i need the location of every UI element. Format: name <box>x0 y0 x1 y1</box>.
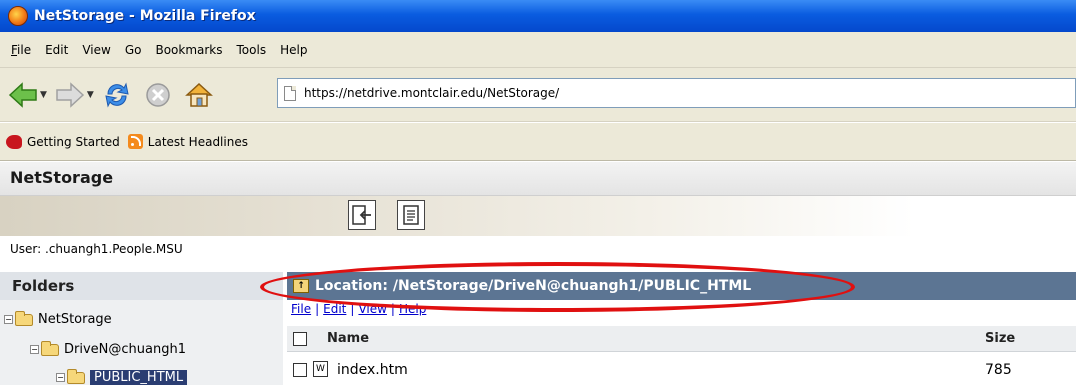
menu-link-file[interactable]: File <box>291 302 311 316</box>
forward-arrow-icon <box>56 81 85 108</box>
firefox-start-icon <box>6 134 22 149</box>
document-icon <box>403 205 419 225</box>
url-bar[interactable]: https://netdrive.montclair.edu/NetStorag… <box>277 78 1076 108</box>
tree-node-driven[interactable]: − DriveN@chuangh1 <box>30 340 186 357</box>
folder-tree: − NetStorage − DriveN@chuangh1 − PUBLIC_… <box>0 300 283 385</box>
menu-separator: | <box>350 302 355 316</box>
back-button[interactable]: ▼ <box>8 81 51 108</box>
menu-file-rest: ile <box>17 42 32 57</box>
collapse-icon[interactable]: − <box>4 315 13 324</box>
column-name[interactable]: Name <box>327 331 369 346</box>
folders-heading: Folders <box>0 272 283 300</box>
menu-edit[interactable]: Edit <box>38 43 75 57</box>
bookmark-label: Getting Started <box>27 134 120 149</box>
reload-button[interactable] <box>102 80 132 110</box>
url-text[interactable]: https://netdrive.montclair.edu/NetStorag… <box>304 86 559 100</box>
tree-node-label-selected: PUBLIC_HTML <box>90 370 188 385</box>
menu-bar: File Edit View Go Bookmarks Tools Help <box>0 32 1076 68</box>
folder-open-icon <box>67 368 85 384</box>
window-titlebar: NetStorage - Mozilla Firefox <box>0 0 1076 32</box>
file-list-header: Name Size <box>287 326 1076 352</box>
location-path: Location: /NetStorage/DriveN@chuangh1/PU… <box>315 278 752 294</box>
tree-node-label: NetStorage <box>38 312 112 327</box>
home-button[interactable] <box>184 81 214 109</box>
menu-link-help[interactable]: Help <box>399 302 426 316</box>
file-name[interactable]: index.htm <box>337 362 408 378</box>
menu-go[interactable]: Go <box>118 43 149 57</box>
file-size: 785 <box>985 362 1012 378</box>
menu-bookmarks[interactable]: Bookmarks <box>148 43 229 57</box>
file-menu-bar: File | Edit | View | Help <box>291 302 426 316</box>
firefox-logo-icon <box>8 6 28 26</box>
parent-folder-icon[interactable]: ↑ <box>293 279 309 293</box>
bookmark-latest-headlines[interactable]: Latest Headlines <box>127 134 248 149</box>
page-icon <box>284 85 296 101</box>
stop-icon <box>146 82 170 107</box>
folder-icon <box>41 340 59 356</box>
column-size[interactable]: Size <box>985 331 1015 346</box>
folder-icon <box>15 310 33 326</box>
collapse-icon[interactable]: − <box>30 345 39 354</box>
menu-separator: | <box>390 302 395 316</box>
app-banner <box>0 196 1076 236</box>
notes-button[interactable] <box>397 200 425 230</box>
menu-link-edit[interactable]: Edit <box>323 302 346 316</box>
menu-help[interactable]: Help <box>273 43 314 57</box>
table-row[interactable]: W index.htm 785 <box>287 355 1076 385</box>
forward-button[interactable]: ▼ <box>55 81 98 108</box>
location-header: ↑ Location: /NetStorage/DriveN@chuangh1/… <box>287 272 1076 300</box>
stop-button[interactable] <box>144 81 172 109</box>
menu-separator: | <box>315 302 320 316</box>
menu-file[interactable]: File <box>4 43 38 57</box>
html-file-icon: W <box>313 361 328 377</box>
rss-feed-icon <box>127 134 143 149</box>
bookmark-getting-started[interactable]: Getting Started <box>6 134 120 149</box>
menu-tools[interactable]: Tools <box>230 43 274 57</box>
collapse-icon[interactable]: − <box>56 373 65 382</box>
back-dropdown-icon[interactable]: ▼ <box>40 90 47 100</box>
forward-dropdown-icon[interactable]: ▼ <box>87 90 94 100</box>
menu-link-view[interactable]: View <box>358 302 386 316</box>
reload-icon <box>105 81 129 108</box>
tree-node-netstorage[interactable]: − NetStorage <box>4 310 112 327</box>
bookmarks-toolbar: Getting Started Latest Headlines <box>0 123 1076 161</box>
tree-node-label: DriveN@chuangh1 <box>64 342 186 357</box>
logout-button[interactable] <box>348 200 376 230</box>
window-title: NetStorage - Mozilla Firefox <box>34 8 256 24</box>
home-icon <box>184 82 213 107</box>
row-checkbox[interactable] <box>293 363 307 377</box>
app-header: NetStorage <box>0 162 1076 196</box>
menu-view[interactable]: View <box>75 43 117 57</box>
user-label: User: .chuangh1.People.MSU <box>10 242 183 256</box>
navigation-toolbar: ▼ ▼ https://netdrive.montclair.edu/NetSt… <box>0 68 1076 122</box>
logout-icon <box>352 205 371 225</box>
bookmark-label: Latest Headlines <box>147 134 248 149</box>
tree-node-public-html[interactable]: − PUBLIC_HTML <box>56 368 188 385</box>
app-title: NetStorage <box>10 168 114 187</box>
back-arrow-icon <box>8 81 37 108</box>
select-all-checkbox[interactable] <box>293 332 307 346</box>
